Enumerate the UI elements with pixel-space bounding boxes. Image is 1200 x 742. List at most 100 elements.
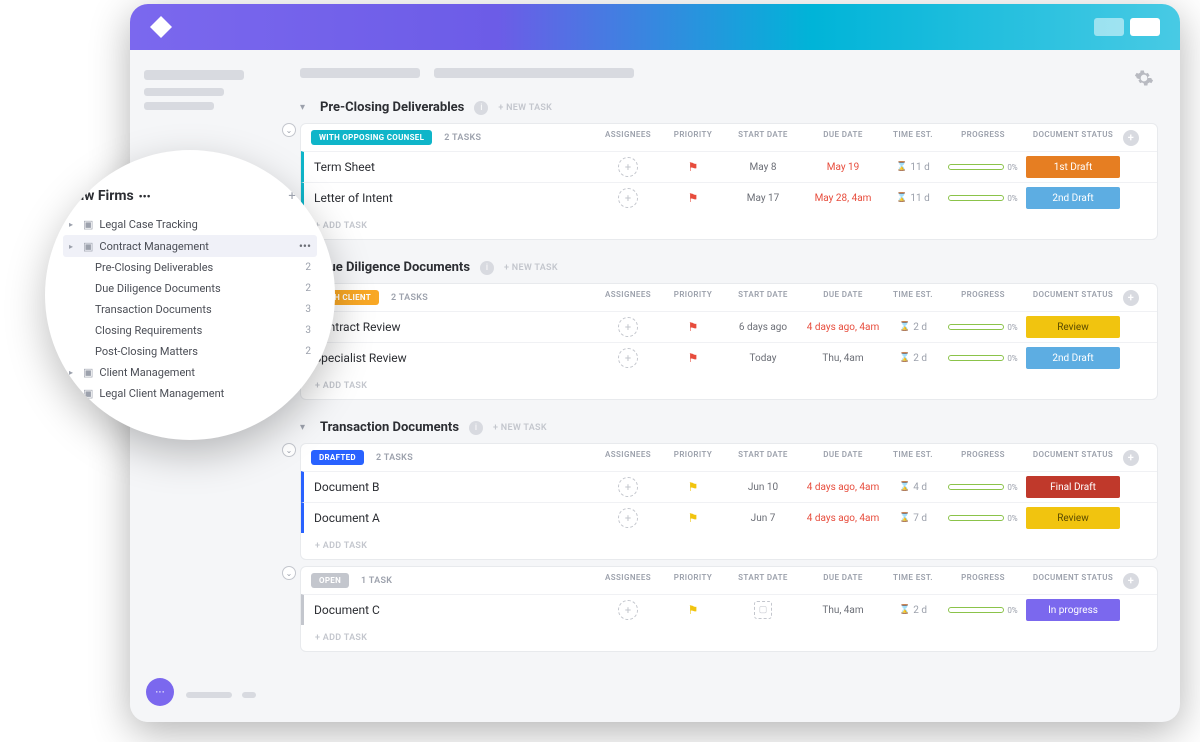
- chat-icon[interactable]: ···: [146, 678, 174, 706]
- priority-cell[interactable]: ⚑: [663, 191, 723, 205]
- duedate-cell[interactable]: Thu, 4am: [803, 605, 883, 616]
- add-column[interactable]: +: [1123, 290, 1147, 306]
- info-icon[interactable]: i: [474, 101, 488, 115]
- section-title[interactable]: Transaction Documents: [320, 420, 459, 435]
- task-row[interactable]: Document A + ⚑ Jun 7 4 days ago, 4am ⌛7 …: [301, 502, 1157, 533]
- add-task-button[interactable]: + ADD TASK: [301, 625, 1157, 651]
- sidebar-item[interactable]: ▸▣Legal Case Tracking: [63, 214, 317, 235]
- progress-cell[interactable]: 0%: [943, 514, 1023, 523]
- group-wrap: ⌄WITH CLIENT 2 TASKS ASSIGNEES PRIORITY …: [300, 283, 1158, 400]
- collapse-group-icon[interactable]: ⌄: [282, 443, 296, 457]
- new-task-button[interactable]: + NEW TASK: [498, 103, 552, 113]
- startdate-cell[interactable]: 6 days ago: [723, 322, 803, 333]
- sidebar-sub-item[interactable]: Post-Closing Matters2: [63, 341, 317, 362]
- priority-cell[interactable]: ⚑: [663, 320, 723, 334]
- startdate-cell[interactable]: Jun 7: [723, 513, 803, 524]
- folder-icon: ▣: [83, 366, 93, 379]
- add-task-button[interactable]: + ADD TASK: [301, 373, 1157, 399]
- progress-cell[interactable]: 0%: [943, 606, 1023, 615]
- collapse-group-icon[interactable]: ⌄: [282, 123, 296, 137]
- timeest-cell[interactable]: ⌛11 d: [883, 162, 943, 173]
- duedate-cell[interactable]: May 19: [803, 162, 883, 173]
- timeest-cell[interactable]: ⌛11 d: [883, 193, 943, 204]
- assignee-cell[interactable]: +: [593, 477, 663, 497]
- workspace-title[interactable]: Law Firms •••: [69, 188, 151, 204]
- more-icon[interactable]: •••: [299, 239, 311, 253]
- duedate-cell[interactable]: 4 days ago, 4am: [803, 322, 883, 333]
- startdate-cell[interactable]: May 17: [723, 193, 803, 204]
- timeest-cell[interactable]: ⌛2 d: [883, 353, 943, 364]
- progress-cell[interactable]: 0%: [943, 323, 1023, 332]
- priority-cell[interactable]: ⚑: [663, 480, 723, 494]
- startdate-cell[interactable]: ▢: [723, 601, 803, 619]
- gear-icon[interactable]: [1134, 68, 1154, 88]
- timeest-cell[interactable]: ⌛7 d: [883, 513, 943, 524]
- sidebar-item[interactable]: ▸▣Client Management: [63, 362, 317, 383]
- task-row[interactable]: Document B + ⚑ Jun 10 4 days ago, 4am ⌛4…: [301, 471, 1157, 502]
- docstatus-cell[interactable]: 1st Draft: [1023, 156, 1123, 178]
- info-icon[interactable]: i: [480, 261, 494, 275]
- priority-cell[interactable]: ⚑: [663, 351, 723, 365]
- status-badge[interactable]: DRAFTED: [311, 450, 364, 465]
- docstatus-cell[interactable]: In progress: [1023, 599, 1123, 621]
- new-task-button[interactable]: + NEW TASK: [493, 423, 547, 433]
- add-task-button[interactable]: + ADD TASK: [301, 533, 1157, 559]
- sidebar-sub-item[interactable]: Transaction Documents3: [63, 299, 317, 320]
- startdate-cell[interactable]: Jun 10: [723, 482, 803, 493]
- assignee-cell[interactable]: +: [593, 600, 663, 620]
- progress-cell[interactable]: 0%: [943, 194, 1023, 203]
- assignee-cell[interactable]: +: [593, 317, 663, 337]
- task-row[interactable]: Specialist Review + ⚑ Today Thu, 4am ⌛2 …: [301, 342, 1157, 373]
- status-badge[interactable]: OPEN: [311, 573, 349, 588]
- assignee-cell[interactable]: +: [593, 348, 663, 368]
- priority-cell[interactable]: ⚑: [663, 511, 723, 525]
- task-row[interactable]: Document C + ⚑ ▢ Thu, 4am ⌛2 d 0% In pro…: [301, 594, 1157, 625]
- timeest-cell[interactable]: ⌛2 d: [883, 322, 943, 333]
- startdate-cell[interactable]: Today: [723, 353, 803, 364]
- status-badge[interactable]: WITH OPPOSING COUNSEL: [311, 130, 432, 145]
- sidebar-sub-item[interactable]: Pre-Closing Deliverables2: [63, 257, 317, 278]
- sidebar-item[interactable]: ▸▣Contract Management•••: [63, 235, 317, 257]
- docstatus-cell[interactable]: Review: [1023, 507, 1123, 529]
- window-min-button[interactable]: [1094, 18, 1124, 36]
- section-title[interactable]: Pre-Closing Deliverables: [320, 100, 464, 115]
- startdate-cell[interactable]: May 8: [723, 162, 803, 173]
- task-row[interactable]: Term Sheet + ⚑ May 8 May 19 ⌛11 d 0% 1st…: [301, 151, 1157, 182]
- sidebar-sub-item[interactable]: Due Diligence Documents2: [63, 278, 317, 299]
- task-row[interactable]: Contract Review + ⚑ 6 days ago 4 days ag…: [301, 311, 1157, 342]
- duedate-cell[interactable]: 4 days ago, 4am: [803, 482, 883, 493]
- docstatus-cell[interactable]: Final Draft: [1023, 476, 1123, 498]
- sidebar-sub-item[interactable]: Closing Requirements3: [63, 320, 317, 341]
- collapse-group-icon[interactable]: ⌄: [282, 566, 296, 580]
- add-column[interactable]: +: [1123, 130, 1147, 146]
- window-max-button[interactable]: [1130, 18, 1160, 36]
- priority-cell[interactable]: ⚑: [663, 603, 723, 617]
- add-column[interactable]: +: [1123, 573, 1147, 589]
- assignee-cell[interactable]: +: [593, 157, 663, 177]
- progress-cell[interactable]: 0%: [943, 163, 1023, 172]
- assignee-cell[interactable]: +: [593, 508, 663, 528]
- duedate-cell[interactable]: May 28, 4am: [803, 193, 883, 204]
- progress-cell[interactable]: 0%: [943, 354, 1023, 363]
- chevron-down-icon[interactable]: ▾: [300, 103, 310, 113]
- priority-cell[interactable]: ⚑: [663, 160, 723, 174]
- more-icon[interactable]: •••: [139, 190, 151, 203]
- assignee-cell[interactable]: +: [593, 188, 663, 208]
- new-task-button[interactable]: + NEW TASK: [504, 263, 558, 273]
- docstatus-cell[interactable]: 2nd Draft: [1023, 187, 1123, 209]
- duedate-cell[interactable]: Thu, 4am: [803, 353, 883, 364]
- task-row[interactable]: Letter of Intent + ⚑ May 17 May 28, 4am …: [301, 182, 1157, 213]
- info-icon[interactable]: i: [469, 421, 483, 435]
- section-title[interactable]: Due Diligence Documents: [320, 260, 470, 275]
- timeest-cell[interactable]: ⌛4 d: [883, 482, 943, 493]
- docstatus-cell[interactable]: Review: [1023, 316, 1123, 338]
- chevron-down-icon[interactable]: ▾: [300, 423, 310, 433]
- progress-cell[interactable]: 0%: [943, 483, 1023, 492]
- sidebar-item[interactable]: ▸▣Legal Client Management: [63, 383, 317, 404]
- add-task-button[interactable]: + ADD TASK: [301, 213, 1157, 239]
- docstatus-cell[interactable]: 2nd Draft: [1023, 347, 1123, 369]
- timeest-cell[interactable]: ⌛2 d: [883, 605, 943, 616]
- add-column[interactable]: +: [1123, 450, 1147, 466]
- calendar-icon[interactable]: ▢: [754, 601, 772, 619]
- duedate-cell[interactable]: 4 days ago, 4am: [803, 513, 883, 524]
